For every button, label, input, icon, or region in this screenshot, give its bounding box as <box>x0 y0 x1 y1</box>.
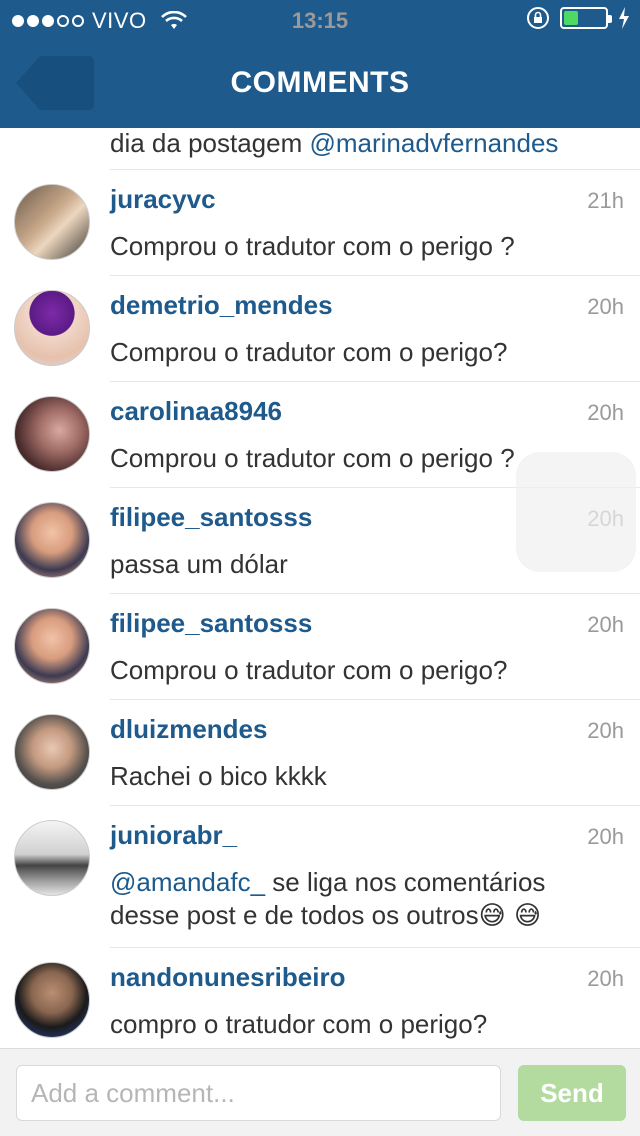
comment-username[interactable]: nandonunesribeiro <box>110 962 345 993</box>
comment-text: Comprou o tradutor com o perigo ? <box>110 231 515 261</box>
comment-time: 20h <box>587 718 624 743</box>
avatar[interactable] <box>14 290 90 366</box>
partial-comment-text: dia da postagem @marinadvfernandes <box>110 128 558 159</box>
comment-username[interactable]: carolinaa8946 <box>110 396 282 427</box>
comment-item: filipee_santosss 20h Comprou o tradutor … <box>0 594 640 700</box>
comment-username[interactable]: juniorabr_ <box>110 820 237 851</box>
comment-item: nandonunesribeiro 20h compro o tratudor … <box>0 948 640 1048</box>
avatar[interactable] <box>14 820 90 896</box>
comment-item: demetrio_mendes 20h Comprou o tradutor c… <box>0 276 640 382</box>
page-title: COMMENTS <box>230 66 410 99</box>
comment-time: 20h <box>587 966 624 991</box>
comments-list[interactable]: dia da postagem @marinadvfernandes jurac… <box>0 128 640 1048</box>
partial-text: dia da postagem <box>110 128 310 158</box>
comment-time: 20h <box>587 612 624 637</box>
comment-username[interactable]: demetrio_mendes <box>110 290 333 321</box>
navigation-bar: COMMENTS <box>0 40 640 128</box>
comment-item: juracyvc 21h Comprou o tradutor com o pe… <box>0 170 640 276</box>
comment-time: 20h <box>587 294 624 319</box>
comment-username[interactable]: filipee_santosss <box>110 502 312 533</box>
mention-link[interactable]: @marinadvfernandes <box>309 128 558 158</box>
comment-username[interactable]: dluizmendes <box>110 714 267 745</box>
comment-text: Comprou o tradutor com o perigo? <box>110 655 508 685</box>
sweat-smile-emoji: 😅 😅 <box>478 901 542 931</box>
top-bar: VIVO 13:15 COMMENTS <box>0 0 640 128</box>
avatar[interactable] <box>14 608 90 684</box>
avatar[interactable] <box>14 396 90 472</box>
send-button[interactable]: Send <box>518 1065 626 1121</box>
battery-level <box>564 11 578 25</box>
comment-composer: Send <box>0 1048 640 1136</box>
comment-username[interactable]: filipee_santosss <box>110 608 312 639</box>
avatar[interactable] <box>14 184 90 260</box>
comment-input[interactable] <box>16 1065 501 1121</box>
comment-text: Rachei o bico kkkk <box>110 761 327 791</box>
charging-bolt-icon <box>619 7 629 29</box>
battery-nub <box>608 15 612 23</box>
comment-time: 21h <box>587 188 624 213</box>
assistive-touch-button[interactable] <box>516 452 636 572</box>
comment-item: juniorabr_ 20h @amandafc_ se liga nos co… <box>0 806 640 946</box>
avatar[interactable] <box>14 714 90 790</box>
status-right <box>526 6 630 30</box>
mention-link[interactable]: @amandafc_ <box>110 867 265 897</box>
comment-time: 20h <box>587 824 624 849</box>
comment-text: @amandafc_ se liga nos comentários desse… <box>110 866 620 933</box>
comment-username[interactable]: juracyvc <box>110 184 216 215</box>
avatar[interactable] <box>14 502 90 578</box>
battery-icon <box>560 7 612 29</box>
comment-time: 20h <box>587 400 624 425</box>
orientation-lock-icon <box>527 7 549 29</box>
comment-text: compro o tratudor com o perigo? <box>110 1009 488 1039</box>
status-bar: VIVO 13:15 <box>0 0 640 40</box>
avatar[interactable] <box>14 962 90 1038</box>
comment-text: Comprou o tradutor com o perigo? <box>110 337 508 367</box>
comment-item: dluizmendes 20h Rachei o bico kkkk <box>0 700 640 806</box>
